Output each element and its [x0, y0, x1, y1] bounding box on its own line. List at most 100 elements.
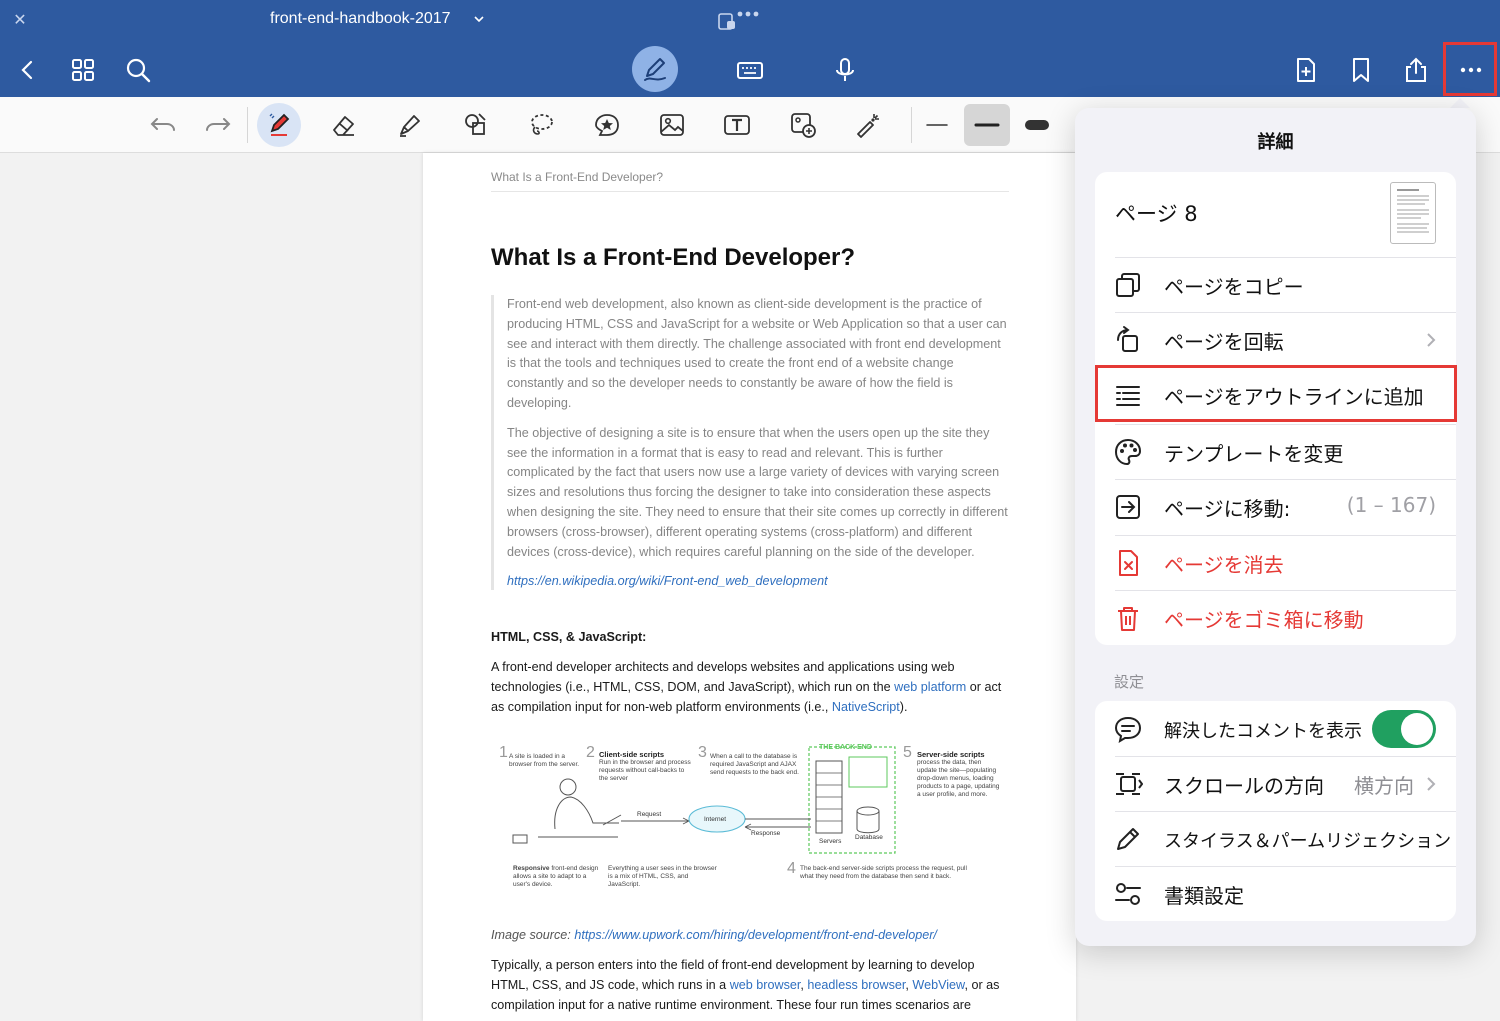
pen-tool-button[interactable]: [257, 103, 301, 147]
web-browser-link[interactable]: web browser: [730, 978, 801, 992]
step-5-text: process the data, then update the site—p…: [917, 759, 1000, 798]
search-button[interactable]: [116, 48, 160, 92]
undo-button[interactable]: [141, 104, 185, 146]
search-icon: [126, 58, 151, 83]
stroke-thin-button[interactable]: [915, 104, 959, 146]
chevron-down-icon[interactable]: [472, 12, 486, 26]
popover-arrow: [1450, 98, 1470, 108]
rotate-page-row[interactable]: ページを回転: [1095, 312, 1456, 367]
current-page-row: ページ 8: [1095, 172, 1456, 257]
front-end-back-end-diagram: 1 A site is loaded in a browser from the…: [499, 744, 1000, 889]
responsive-bold: Responsive: [513, 865, 550, 872]
page-heading: What Is a Front-End Developer?: [491, 244, 856, 271]
step-5-heading: Server-side scripts: [917, 750, 985, 759]
eraser-tool-button[interactable]: [322, 104, 366, 146]
clear-page-icon: [1119, 550, 1138, 576]
stylus-palm-rejection-label: スタイラス＆パームリジェクション: [1164, 831, 1452, 852]
voice-record-button[interactable]: [823, 48, 867, 92]
pen-mode-icon: [644, 58, 666, 81]
headless-browser-link[interactable]: headless browser: [807, 978, 905, 992]
image-tool-button[interactable]: [650, 104, 694, 146]
web-platform-link[interactable]: web platform: [894, 680, 966, 694]
data-card-stack: [848, 756, 888, 788]
copy-icon: [1116, 273, 1140, 297]
laser-pointer-icon: [857, 114, 879, 138]
eraser-icon: [333, 116, 354, 136]
title-bar: ✕ front-end-handbook-2017: [0, 0, 1500, 42]
pen-mode-button[interactable]: [632, 46, 678, 92]
settings-section-label: 設定: [1114, 673, 1145, 691]
close-document-icon[interactable]: ✕: [10, 10, 30, 30]
toggle-knob: [1401, 713, 1433, 745]
back-button[interactable]: [6, 48, 50, 92]
thick-stroke-icon: [1025, 120, 1049, 130]
add-page-button[interactable]: [1284, 48, 1328, 92]
move-to-trash-row[interactable]: ページをゴミ箱に移動: [1095, 590, 1456, 645]
lasso-tool-button[interactable]: [519, 104, 563, 146]
chevron-right-icon: [1427, 333, 1436, 347]
clear-page-row[interactable]: ページを消去: [1095, 535, 1456, 590]
sticker-icon: [595, 114, 619, 136]
document-title[interactable]: front-end-handbook-2017: [270, 10, 451, 28]
section-title: HTML, CSS, & JavaScript:: [491, 630, 647, 644]
show-resolved-comments-label: 解決したコメントを表示: [1164, 721, 1362, 742]
trash-icon: [1118, 607, 1138, 631]
responsive-text: Responsive front-end design allows a sit…: [513, 865, 603, 889]
webview-link[interactable]: WebView: [912, 978, 964, 992]
popover-title: 詳細: [1257, 132, 1294, 153]
database-label: Database: [855, 834, 883, 841]
scroll-direction-value: 横方向: [1354, 774, 1414, 798]
page-thumbnail: [1390, 182, 1436, 244]
multitasking-icon[interactable]: [716, 9, 766, 33]
laser-pointer-button[interactable]: [846, 104, 890, 146]
response-label: Response: [751, 830, 781, 837]
shapes-icon: [465, 113, 486, 135]
step-number: 1: [499, 744, 508, 761]
document-page[interactable]: What Is a Front-End Developer? What Is a…: [423, 153, 1076, 1021]
scroll-direction-label: スクロールの方向: [1164, 774, 1324, 798]
document-settings-icon: [1115, 883, 1141, 905]
go-to-page-label: ページに移動:: [1164, 497, 1291, 521]
chevron-left-icon: [21, 60, 33, 80]
text-tool-button[interactable]: [715, 104, 759, 146]
add-to-outline-highlight: [1095, 365, 1457, 422]
caption-prefix: Image source:: [491, 928, 575, 942]
change-template-row[interactable]: テンプレートを変更: [1095, 424, 1456, 479]
nativescript-link[interactable]: NativeScript: [832, 700, 900, 714]
redo-button[interactable]: [196, 104, 240, 146]
stylus-palm-rejection-row[interactable]: スタイラス＆パームリジェクション: [1095, 811, 1456, 866]
rotate-page-label: ページを回転: [1164, 330, 1284, 354]
shape-tool-button[interactable]: [454, 104, 498, 146]
scroll-direction-row[interactable]: スクロールの方向 横方向: [1095, 756, 1456, 811]
keyboard-mode-button[interactable]: [728, 48, 772, 92]
highlighter-tool-button[interactable]: [388, 104, 432, 146]
thumbnails-button[interactable]: [61, 48, 105, 92]
bookmark-icon: [1353, 58, 1369, 82]
section-paragraph-2: Typically, a person enters into the fiel…: [491, 956, 1011, 1015]
microphone-icon: [836, 58, 854, 81]
image-icon: [660, 114, 684, 136]
rotate-icon: [1117, 326, 1138, 352]
show-resolved-comments-toggle[interactable]: [1372, 710, 1436, 748]
quote-paragraph-1: Front-end web development, also known as…: [507, 297, 1007, 410]
image-caption: Image source: https://www.upwork.com/hir…: [491, 926, 1011, 946]
stroke-medium-button[interactable]: [964, 104, 1010, 146]
step-2-text-box: Run in the browser and process requests …: [599, 759, 691, 782]
comment-icon: [1114, 716, 1142, 744]
elements-tool-button[interactable]: [585, 104, 629, 146]
share-button[interactable]: [1394, 48, 1438, 92]
step-4-text: The back-end server-side scripts process…: [800, 865, 967, 880]
go-to-page-row[interactable]: ページに移動: (1 – 167): [1095, 479, 1456, 534]
back-end-label: THE BACK END: [819, 744, 872, 751]
camera-tool-button[interactable]: [781, 104, 825, 146]
scroll-direction-icon: [1116, 773, 1143, 795]
stroke-thick-button[interactable]: [1015, 104, 1059, 146]
wikipedia-link[interactable]: https://en.wikipedia.org/wiki/Front-end_…: [507, 574, 828, 588]
phone-illustration: [512, 834, 528, 844]
current-page-label: ページ 8: [1115, 202, 1198, 226]
copy-page-row[interactable]: ページをコピー: [1095, 257, 1456, 312]
page-range-value[interactable]: (1 – 167): [1347, 493, 1436, 517]
document-settings-row[interactable]: 書類設定: [1095, 866, 1456, 921]
bookmark-button[interactable]: [1339, 48, 1383, 92]
upwork-link[interactable]: https://www.upwork.com/hiring/developmen…: [574, 928, 937, 942]
